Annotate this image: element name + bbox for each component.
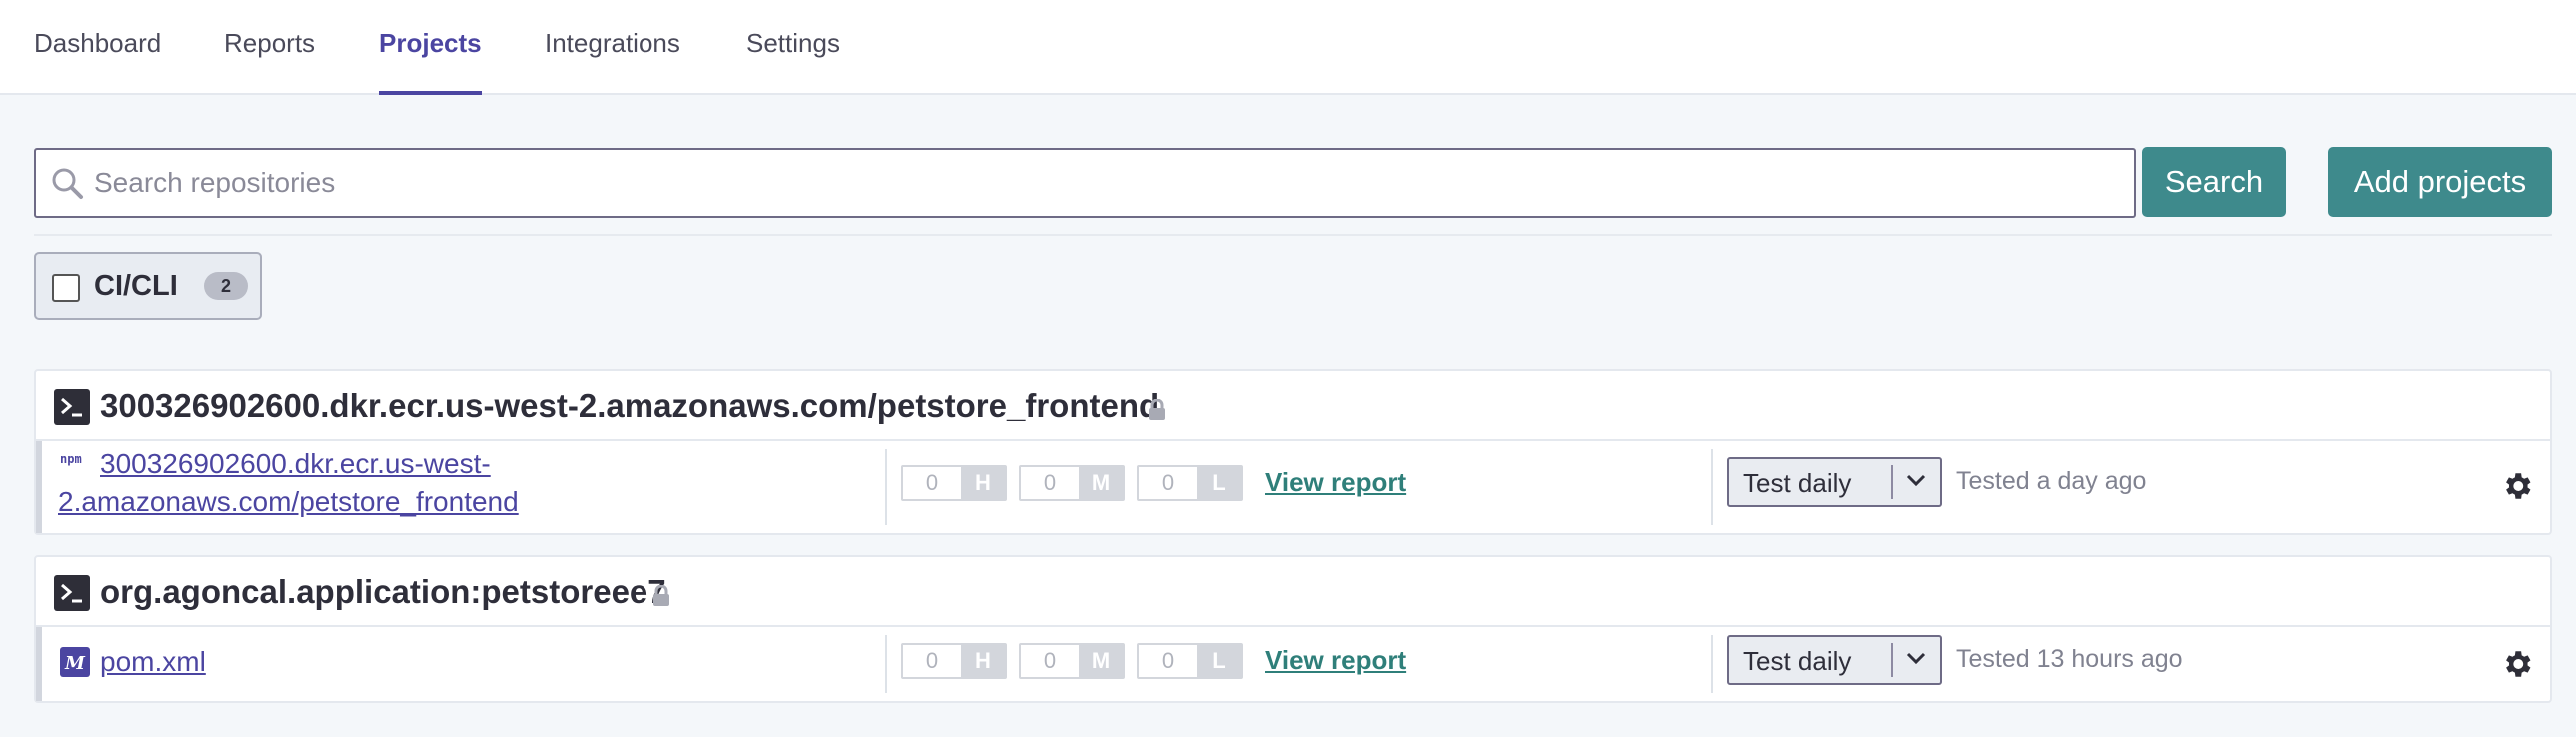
target-link-continued[interactable]: 2.amazonaws.com/petstore_frontend <box>58 483 519 521</box>
project-group: 300326902600.dkr.ecr.us-west-2.amazonaws… <box>34 369 2552 535</box>
row-accent <box>36 441 42 533</box>
gear-icon[interactable] <box>2500 647 2534 686</box>
high-count: 0 <box>903 467 961 499</box>
tab-reports[interactable]: Reports <box>224 28 315 95</box>
maven-icon: M <box>60 647 90 682</box>
last-tested-text: Tested 13 hours ago <box>1956 645 2183 673</box>
tab-settings[interactable]: Settings <box>746 28 840 95</box>
medium-count: 0 <box>1021 645 1079 677</box>
project-group: org.agoncal.application:petstoreee7 M po… <box>34 555 2552 703</box>
search-input[interactable] <box>94 158 2112 208</box>
search-field[interactable] <box>34 148 2136 218</box>
ci-cli-filter[interactable]: CI/CLI 2 <box>34 252 262 320</box>
tab-integrations[interactable]: Integrations <box>545 28 680 95</box>
low-severity-count: 0L <box>1137 643 1243 679</box>
project-title[interactable]: 300326902600.dkr.ecr.us-west-2.amazonaws… <box>100 387 1159 425</box>
project-target-row: M pom.xml 0H 0M 0L View report Test dail… <box>36 627 2550 701</box>
test-frequency-select[interactable]: Test daily <box>1727 457 1942 507</box>
ci-cli-checkbox[interactable] <box>52 274 80 302</box>
high-key: H <box>961 467 1005 499</box>
select-divider <box>1891 465 1893 499</box>
row-accent <box>36 627 42 701</box>
medium-key: M <box>1079 645 1123 677</box>
medium-key: M <box>1079 467 1123 499</box>
column-divider <box>885 449 887 525</box>
svg-text:M: M <box>64 653 86 674</box>
target-link[interactable]: pom.xml <box>100 643 206 681</box>
column-divider <box>885 635 887 693</box>
filter-count-badge: 2 <box>204 272 248 300</box>
select-value: Test daily <box>1743 468 1852 498</box>
add-projects-button[interactable]: Add projects <box>2328 147 2552 217</box>
high-severity-count: 0H <box>901 465 1007 501</box>
divider <box>34 234 2552 236</box>
project-target-row: npm 300326902600.dkr.ecr.us-west- 2.amaz… <box>36 441 2550 533</box>
medium-count: 0 <box>1021 467 1079 499</box>
svg-text:npm: npm <box>60 452 82 466</box>
chevron-down-icon <box>1905 651 1927 670</box>
tab-dashboard[interactable]: Dashboard <box>34 28 161 95</box>
target-link[interactable]: 300326902600.dkr.ecr.us-west- <box>100 445 491 483</box>
search-button[interactable]: Search <box>2142 147 2286 217</box>
select-divider <box>1891 643 1893 677</box>
high-key: H <box>961 645 1005 677</box>
lock-icon <box>651 584 671 612</box>
terminal-icon <box>54 389 90 425</box>
select-value: Test daily <box>1743 646 1852 676</box>
npm-icon: npm <box>60 451 92 472</box>
test-frequency-select[interactable]: Test daily <box>1727 635 1942 685</box>
view-report-link[interactable]: View report <box>1265 645 1406 676</box>
low-key: L <box>1197 645 1241 677</box>
low-count: 0 <box>1139 645 1197 677</box>
column-divider <box>1711 449 1713 525</box>
column-divider <box>1711 635 1713 693</box>
chevron-down-icon <box>1905 473 1927 492</box>
high-count: 0 <box>903 645 961 677</box>
project-header: 300326902600.dkr.ecr.us-west-2.amazonaws… <box>36 371 2550 441</box>
lock-icon <box>1147 398 1167 426</box>
medium-severity-count: 0M <box>1019 465 1125 501</box>
gear-icon[interactable] <box>2500 469 2534 508</box>
low-count: 0 <box>1139 467 1197 499</box>
high-severity-count: 0H <box>901 643 1007 679</box>
last-tested-text: Tested a day ago <box>1956 467 2147 495</box>
project-header: org.agoncal.application:petstoreee7 <box>36 557 2550 627</box>
search-icon <box>50 166 86 207</box>
view-report-link[interactable]: View report <box>1265 467 1406 498</box>
filter-label: CI/CLI <box>94 270 178 302</box>
terminal-icon <box>54 575 90 611</box>
low-severity-count: 0L <box>1137 465 1243 501</box>
medium-severity-count: 0M <box>1019 643 1125 679</box>
project-title[interactable]: org.agoncal.application:petstoreee7 <box>100 573 666 611</box>
low-key: L <box>1197 467 1241 499</box>
tab-projects[interactable]: Projects <box>379 28 482 95</box>
top-nav: Dashboard Reports Projects Integrations … <box>0 0 2576 95</box>
